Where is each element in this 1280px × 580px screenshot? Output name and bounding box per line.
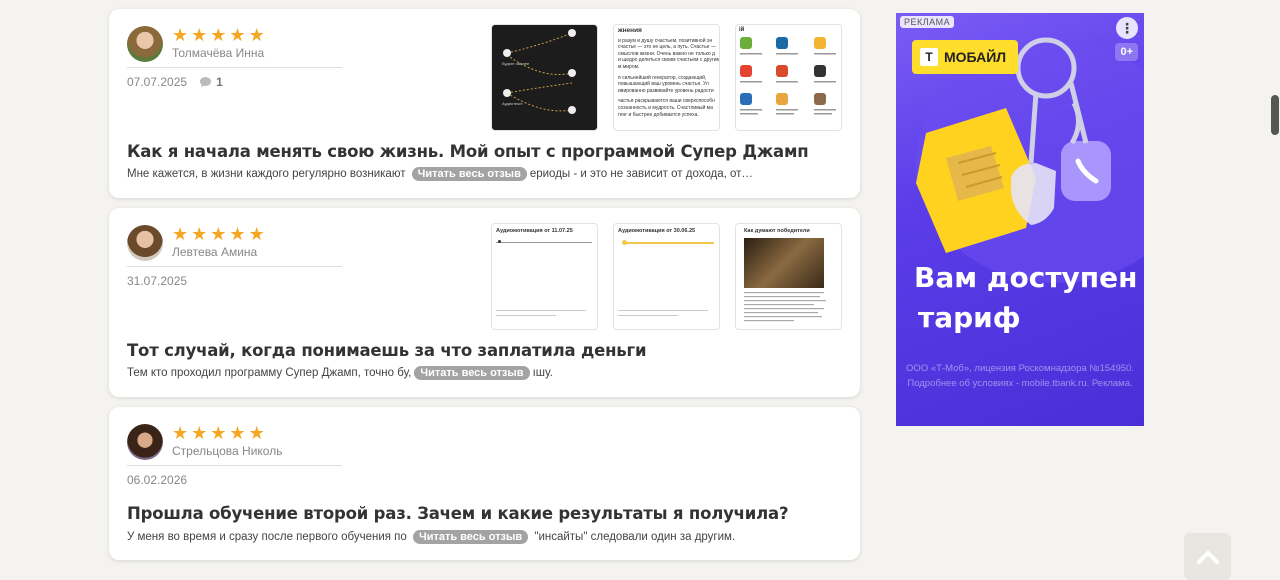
- avatar[interactable]: [127, 424, 163, 460]
- star-icon: ★: [172, 25, 189, 45]
- brand-name: МОБАЙЛ: [944, 49, 1007, 65]
- star-icon: ★: [210, 25, 227, 45]
- excerpt-text: Мне кажется, в жизни каждого регулярно в…: [127, 168, 409, 180]
- review-card: ★ ★ ★ ★ ★ Левтева Амина 31.07.2025 Аудиомоти…: [109, 208, 860, 397]
- excerpt-text: "инсайты" следовали один за другим.: [531, 531, 736, 543]
- audio-track: [496, 242, 592, 243]
- age-rating-badge: 0+: [1115, 43, 1138, 61]
- ad-disclaimer: ООО «Т-Моб», лицензия Роскомнадзора №154…: [896, 361, 1144, 391]
- review-image[interactable]: Будьте смелее Аудиотекст: [491, 24, 598, 131]
- comment-count[interactable]: 1: [216, 75, 223, 89]
- ad-label: РЕКЛАМА: [900, 16, 955, 28]
- scrollbar-thumb[interactable]: [1271, 95, 1279, 135]
- review-date: 07.07.2025 1: [127, 75, 223, 89]
- audio-playhead: [498, 240, 501, 243]
- star-icon: ★: [191, 25, 208, 45]
- footer-line: [618, 310, 708, 311]
- star-icon: ★: [229, 224, 246, 244]
- footer-line: [618, 315, 678, 316]
- date-text: 06.02.2026: [127, 473, 188, 487]
- chevron-up-icon: [1196, 549, 1219, 564]
- star-icon: ★: [248, 25, 265, 45]
- ad-headline: Вам доступен тариф: [914, 258, 1137, 338]
- image-caption: ій: [739, 27, 745, 33]
- read-more-button[interactable]: Читать весь отзыв: [411, 167, 527, 181]
- comment-icon: [200, 77, 212, 87]
- chess-photo: [744, 238, 824, 288]
- excerpt-text: Тем кто проходил программу Супер Джамп, …: [127, 367, 412, 379]
- image-caption: Как думают победители: [744, 228, 810, 234]
- rating-stars: ★ ★ ★ ★ ★: [172, 225, 265, 243]
- brand-logo: Т МОБАЙЛ: [912, 40, 1018, 74]
- review-images: Аудиомотивация от 11.07.25 Аудиомотиваци…: [491, 223, 842, 330]
- review-images: Будьте смелее Аудиотекст жнения и разум …: [491, 24, 842, 131]
- image-text-block: жнения и разум и душу счастьем, позитивн…: [618, 27, 720, 118]
- excerpt-text: ериоды - и это не зависит от дохода, от…: [529, 168, 753, 180]
- rating-stars: ★ ★ ★ ★ ★: [172, 26, 265, 44]
- star-icon: ★: [191, 224, 208, 244]
- review-date: 06.02.2026: [127, 473, 187, 487]
- author-name[interactable]: Толмачёва Инна: [172, 46, 264, 60]
- review-image[interactable]: ій: [735, 24, 842, 131]
- avatar[interactable]: [127, 225, 163, 261]
- review-image[interactable]: Аудиомотивация от 30.06.25: [613, 223, 720, 330]
- divider: [127, 266, 342, 267]
- svg-text:Аудиотекст: Аудиотекст: [502, 101, 523, 106]
- footer-line: [496, 310, 586, 311]
- disclaimer-line: Подробнее об условиях - mobile.tbank.ru.…: [907, 378, 1133, 389]
- audio-playhead: [622, 240, 627, 245]
- excerpt-text: ıшу.: [532, 367, 553, 379]
- ad-banner[interactable]: РЕКЛАМА ⋮ 0+ Т МОБАЙЛ Вам доступен тариф…: [896, 13, 1144, 426]
- read-more-button[interactable]: Читать весь отзыв: [414, 366, 530, 380]
- star-icon: ★: [172, 423, 189, 443]
- author-name[interactable]: Левтева Амина: [172, 245, 257, 259]
- star-icon: ★: [191, 423, 208, 443]
- rating-stars: ★ ★ ★ ★ ★: [172, 424, 265, 442]
- review-date: 31.07.2025: [127, 274, 187, 288]
- review-title[interactable]: Тот случай, когда понимаешь за что запла…: [127, 341, 647, 360]
- review-title[interactable]: Как я начала менять свою жизнь. Мой опыт…: [127, 142, 809, 161]
- star-icon: ★: [229, 423, 246, 443]
- more-options-icon[interactable]: ⋮: [1116, 17, 1138, 39]
- star-icon: ★: [229, 25, 246, 45]
- star-icon: ★: [210, 423, 227, 443]
- read-more-button[interactable]: Читать весь отзыв: [412, 530, 529, 544]
- ad-headline-line: тариф: [918, 301, 1021, 334]
- scroll-to-top-button[interactable]: [1184, 533, 1231, 580]
- review-image[interactable]: Как думают победители: [735, 223, 842, 330]
- date-text: 31.07.2025: [127, 274, 188, 288]
- review-card: ★ ★ ★ ★ ★ Толмачёва Инна 07.07.2025 1 Будьте…: [109, 9, 860, 198]
- review-excerpt: Тем кто проходил программу Супер Джамп, …: [127, 366, 847, 380]
- review-card: ★ ★ ★ ★ ★ Стрельцова Николь 06.02.2026 Прошл…: [109, 407, 860, 560]
- review-excerpt: Мне кажется, в жизни каждого регулярно в…: [127, 167, 847, 181]
- star-icon: ★: [248, 224, 265, 244]
- divider: [127, 465, 342, 466]
- review-excerpt: У меня во время и сразу после первого об…: [127, 530, 847, 544]
- brand-logo-icon: Т: [920, 48, 938, 66]
- author-name[interactable]: Стрельцова Николь: [172, 444, 282, 458]
- divider: [127, 67, 342, 68]
- audio-track: [624, 242, 714, 244]
- review-image[interactable]: жнения и разум и душу счастьем, позитивн…: [613, 24, 720, 131]
- image-caption: Аудиомотивация от 30.06.25: [618, 228, 696, 234]
- dark-diagram-image: Будьте смелее Аудиотекст: [502, 29, 576, 114]
- footer-line: [496, 315, 556, 316]
- star-icon: ★: [248, 423, 265, 443]
- icon-grid-image: [740, 37, 836, 115]
- image-caption: Аудиомотивация от 11.07.25: [496, 228, 573, 234]
- review-image[interactable]: Аудиомотивация от 11.07.25: [491, 223, 598, 330]
- review-title[interactable]: Прошла обучение второй раз. Зачем и каки…: [127, 504, 789, 523]
- date-text: 07.07.2025: [127, 75, 188, 89]
- star-icon: ★: [172, 224, 189, 244]
- excerpt-text: У меня во время и сразу после первого об…: [127, 531, 410, 543]
- text-lines: [744, 292, 826, 322]
- disclaimer-line: ООО «Т-Моб», лицензия Роскомнадзора №154…: [906, 363, 1134, 374]
- avatar[interactable]: [127, 26, 163, 62]
- ad-headline-line: Вам доступен: [914, 261, 1138, 294]
- star-icon: ★: [210, 224, 227, 244]
- svg-text:Будьте смелее: Будьте смелее: [502, 61, 530, 66]
